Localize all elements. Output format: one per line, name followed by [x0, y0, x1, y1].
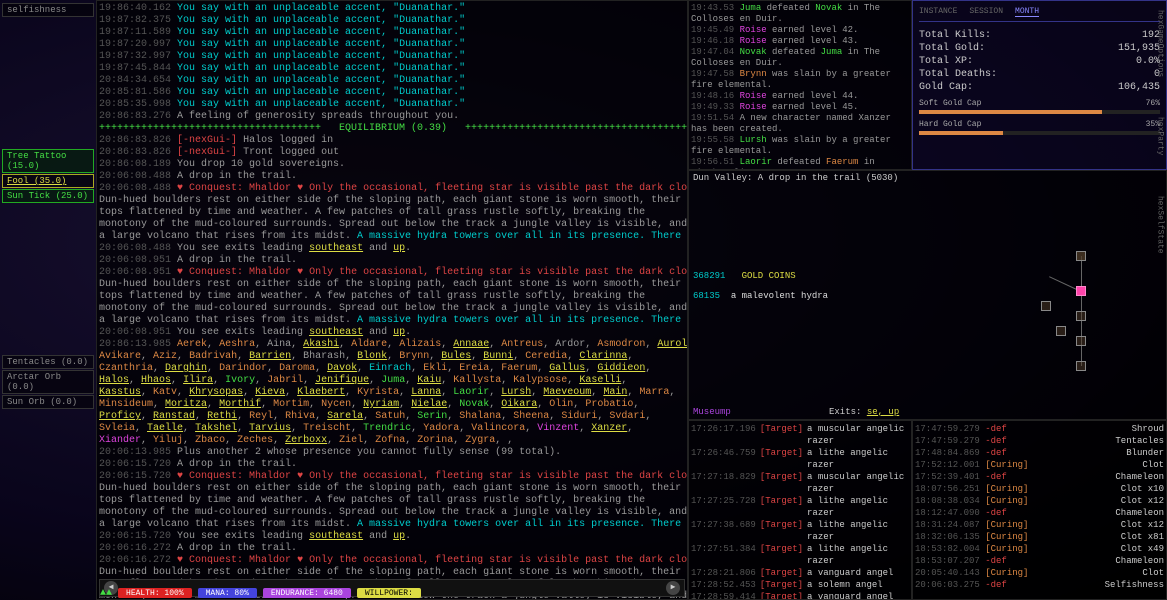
health-bar: HEALTH: 100%: [118, 588, 192, 598]
vitals-bar: ▲▲ HEALTH: 100% MANA: 80% ENDURANCE: 648…: [0, 586, 1167, 600]
orb-tag: Sun Orb (0.0): [2, 395, 94, 409]
stats-tab[interactable]: MONTH: [1015, 7, 1039, 17]
top-tag: selfishness: [2, 3, 94, 17]
defense-log: 17:47:59.279 -defShroud17:47:59.279 -def…: [912, 420, 1167, 600]
willpower-bar: WILLPOWER:: [357, 588, 421, 598]
orb-tag: Tentacles (0.0): [2, 355, 94, 369]
map-panel: Dun Valley: A drop in the trail (5030) 3…: [688, 170, 1167, 420]
orb-tag: Arctar Orb (0.0): [2, 370, 94, 394]
stats-tab[interactable]: INSTANCE: [919, 7, 957, 17]
endurance-bar: ENDURANCE: 6480: [263, 588, 351, 598]
room-name: Dun Valley: A drop in the trail (5030): [689, 171, 1166, 185]
exits-label: Exits: se, up: [829, 407, 899, 417]
edge-tab[interactable]: hexGameOptions: [1156, 10, 1165, 77]
buff-tag: Sun Tick (25.0): [2, 189, 94, 203]
edge-tab[interactable]: hexParty: [1156, 117, 1165, 155]
event-log: 19:43.53 Juma defeated Novak in The Coll…: [688, 0, 912, 170]
buff-tag: Fool (35.0): [2, 174, 94, 188]
buff-tag: Tree Tattoo (15.0): [2, 149, 94, 173]
current-room-node: [1076, 286, 1086, 296]
right-edge-tabs[interactable]: hexGameOptions hexParty hexSelfState: [1153, 0, 1167, 600]
mob-row: 68135 a malevolent hydra: [693, 291, 828, 301]
mana-bar: MANA: 80%: [198, 588, 257, 598]
left-sidebar: selfishness Tree Tattoo (15.0)Fool (35.0…: [0, 0, 96, 600]
stats-tabs[interactable]: INSTANCE SESSION MONTH: [919, 7, 1160, 22]
main-log: 19:86:40.162 You say with an unplaceable…: [96, 0, 688, 600]
gold-row: 368291 GOLD COINS: [693, 271, 796, 281]
minimap[interactable]: [926, 251, 1126, 391]
stats-panel: INSTANCESESSIONMONTH Total Kills:192Tota…: [912, 0, 1167, 170]
edge-tab[interactable]: hexSelfState: [1156, 196, 1165, 254]
stats-tab[interactable]: SESSION: [969, 7, 1003, 17]
target-log: 17:26:17.196[Target]a muscular angelic r…: [688, 420, 912, 600]
museum-label: Museump: [693, 407, 731, 417]
